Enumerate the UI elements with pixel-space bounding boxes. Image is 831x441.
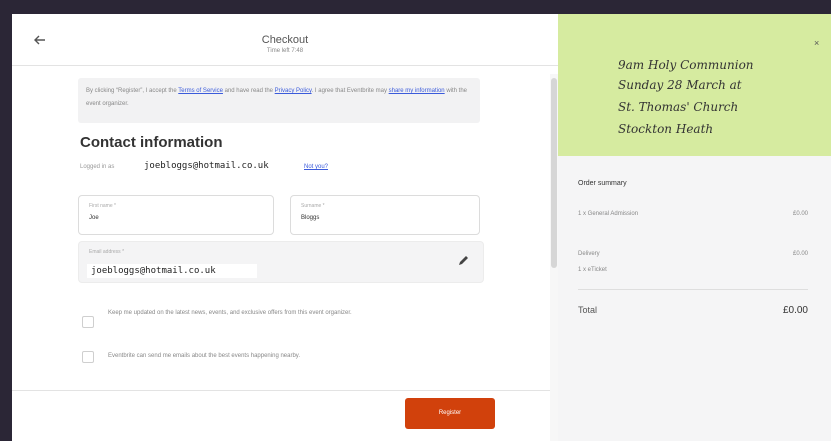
terms-of-service-link[interactable]: Terms of Service	[178, 88, 223, 94]
divider	[12, 65, 558, 66]
summary-row-subtext: 1 x eTicket	[578, 267, 607, 273]
checkout-title: Checkout	[261, 34, 309, 46]
first-name-label: First name *	[89, 203, 116, 209]
keep-updated-checkbox[interactable]	[82, 316, 94, 328]
first-name-value: Joe	[89, 215, 99, 221]
event-note-line: 9am Holy Communion	[618, 58, 754, 72]
notice-text: . I agree that Eventbrite may	[311, 88, 389, 94]
total-value: £0.00	[782, 305, 808, 316]
edit-pencil-icon[interactable]	[456, 254, 470, 268]
email-value: joebloggs@hotmail.co.uk	[87, 264, 257, 278]
register-button[interactable]: Register	[405, 398, 495, 429]
summary-row: 1 x General Admission £0.00	[578, 211, 808, 217]
keep-updated-label: Keep me updated on the latest news, even…	[108, 310, 352, 316]
email-label: Email address *	[89, 249, 125, 255]
divider	[578, 289, 808, 290]
surname-field[interactable]: Surname * Bloggs	[290, 195, 480, 235]
event-note-banner: 9am Holy Communion Sunday 28 March at St…	[558, 14, 831, 156]
not-you-link[interactable]: Not you?	[304, 164, 328, 170]
order-summary-title: Order summary	[578, 180, 627, 187]
notice-text: By clicking “Register”, I accept the	[86, 88, 179, 94]
time-left-text: Time left 7:48	[266, 48, 304, 54]
first-name-field[interactable]: First name * Joe	[78, 195, 274, 235]
summary-row-value: £0.00	[792, 251, 808, 257]
checkout-modal: Checkout Time left 7:48 By clicking “Reg…	[12, 14, 831, 441]
privacy-policy-link[interactable]: Privacy Policy	[275, 88, 312, 94]
summary-row-label: Delivery	[578, 251, 600, 257]
surname-label: Surname *	[301, 203, 325, 209]
event-note-line: Stockton Heath	[618, 122, 714, 136]
share-information-link[interactable]: share my information	[389, 88, 445, 94]
logged-in-label: Logged in as	[80, 164, 115, 170]
surname-value: Bloggs	[301, 215, 320, 221]
scrollbar-thumb[interactable]	[551, 78, 557, 268]
order-summary-panel: 9am Holy Communion Sunday 28 March at St…	[558, 14, 831, 441]
terms-notice: By clicking “Register”, I accept the Ter…	[78, 78, 480, 123]
summary-row-label: 1 x General Admission	[578, 211, 639, 217]
summary-row: Delivery £0.00	[578, 251, 808, 257]
divider	[12, 390, 558, 391]
total-row: Total £0.00	[578, 305, 808, 316]
event-note-line: St. Thomas' Church	[618, 100, 739, 114]
checkout-panel: Checkout Time left 7:48 By clicking “Reg…	[12, 14, 558, 441]
email-field[interactable]: Email address * joebloggs@hotmail.co.uk	[78, 241, 484, 283]
logged-in-email: joebloggs@hotmail.co.uk	[144, 161, 269, 171]
eventbrite-emails-checkbox[interactable]	[82, 351, 94, 363]
event-note-line: Sunday 28 March at	[618, 78, 742, 92]
notice-text: and have read the	[222, 88, 275, 94]
contact-information-heading: Contact information	[80, 134, 223, 151]
summary-row-value: £0.00	[792, 211, 808, 217]
close-icon[interactable]: ×	[814, 38, 819, 48]
total-label: Total	[578, 305, 598, 315]
eventbrite-emails-label: Eventbrite can send me emails about the …	[108, 353, 301, 359]
